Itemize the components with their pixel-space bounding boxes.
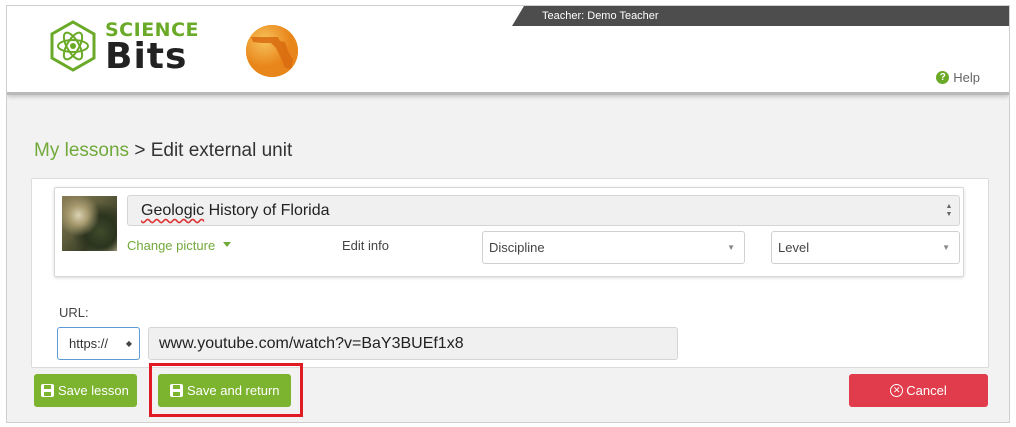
save-lesson-label: Save lesson (58, 383, 129, 398)
unit-info-panel: Geologic History of Florida ▲ ▼ Change p… (54, 187, 964, 277)
cancel-circle-icon: ✕ (890, 384, 904, 397)
florida-emblem-icon (246, 25, 298, 77)
help-link[interactable]: ? Help (936, 70, 980, 85)
edit-info-link[interactable]: Edit info (342, 238, 389, 253)
url-label: URL: (59, 305, 89, 320)
save-and-return-button[interactable]: Save and return (158, 374, 291, 407)
title-misspelled-word: Geologic (141, 202, 205, 219)
floppy-disk-icon (170, 384, 183, 397)
header: Teacher: Demo Teacher SCIENCE Bits ? Hel… (7, 6, 1009, 95)
chevron-down-icon: ▼ (727, 243, 735, 252)
chevron-down-icon: ▼ (942, 243, 950, 252)
breadcrumb-my-lessons[interactable]: My lessons (34, 140, 129, 161)
protocol-value: https:// (69, 336, 109, 351)
unit-editor-card: Geologic History of Florida ▲ ▼ Change p… (31, 178, 989, 368)
level-value: Level (778, 240, 810, 255)
breadcrumb-separator: > (134, 140, 146, 161)
teacher-bar: Teacher: Demo Teacher (512, 6, 1009, 26)
url-field[interactable]: www.youtube.com/watch?v=BaY3BUEf1x8 (148, 327, 678, 360)
save-lesson-button[interactable]: Save lesson (34, 374, 137, 407)
spinner-down-icon: ▼ (945, 211, 953, 218)
protocol-select[interactable]: https:// ◆ (57, 327, 140, 360)
help-label: Help (953, 70, 980, 85)
discipline-select[interactable]: Discipline ▼ (482, 231, 745, 264)
save-and-return-label: Save and return (187, 383, 280, 398)
title-rest: History of Florida (204, 202, 330, 219)
atom-icon (50, 20, 96, 72)
unit-title-field[interactable]: Geologic History of Florida ▲ ▼ (127, 195, 960, 226)
breadcrumb: My lessons > Edit external unit (34, 140, 292, 162)
app-window: Teacher: Demo Teacher SCIENCE Bits ? Hel… (6, 5, 1010, 423)
question-icon: ? (936, 71, 950, 84)
resize-spinner[interactable]: ▲ ▼ (945, 203, 953, 218)
discipline-value: Discipline (489, 240, 545, 255)
logo-bits-text: Bits (105, 36, 188, 77)
cancel-button[interactable]: ✕ Cancel (849, 374, 988, 407)
science-bits-logo[interactable]: SCIENCE Bits (47, 18, 207, 78)
spinner-up-icon: ▲ (945, 203, 953, 210)
updown-arrows-icon: ◆ (125, 339, 132, 348)
caret-down-icon (223, 242, 232, 248)
teacher-label: Teacher: Demo Teacher (542, 10, 659, 22)
change-picture-label: Change picture (127, 238, 216, 253)
unit-thumbnail (62, 196, 117, 251)
level-select[interactable]: Level ▼ (771, 231, 960, 264)
page-title: Edit external unit (150, 140, 293, 161)
floppy-disk-icon (41, 384, 54, 397)
cancel-label: Cancel (906, 383, 947, 398)
change-picture-dropdown[interactable]: Change picture (127, 238, 232, 253)
